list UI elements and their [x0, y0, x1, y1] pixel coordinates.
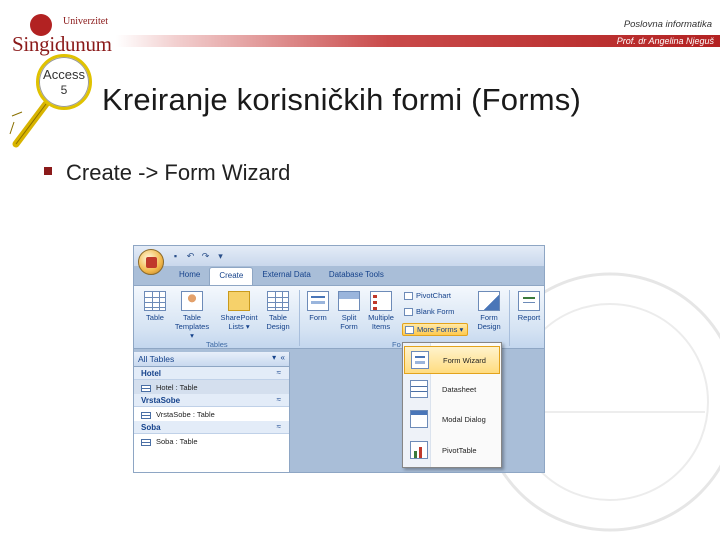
blank-form-button[interactable]: Blank Form [404, 307, 454, 317]
tab-database-tools[interactable]: Database Tools [320, 267, 393, 285]
university-logo: Univerzitet Singidunum [8, 14, 118, 56]
tab-home[interactable]: Home [170, 267, 209, 285]
menu-item-modal-dialog[interactable]: Modal Dialog [404, 406, 500, 434]
nav-pane-controls: ▾ « [272, 353, 285, 362]
pivot-chart-button[interactable]: PivotChart [404, 291, 451, 301]
more-forms-button[interactable]: More Forms ▾ [402, 323, 469, 337]
table-icon [144, 291, 166, 311]
navigation-pane: All Tables ▾ « Hotel ≈ Hotel : Table Vrst… [134, 352, 290, 472]
sharepoint-lists-icon [228, 291, 250, 311]
tab-create[interactable]: Create [209, 267, 254, 285]
collapse-pane-icon[interactable]: « [281, 353, 285, 362]
badge-line1: Access [43, 67, 85, 82]
author-name: Prof. dr Angelina Njeguš [616, 36, 714, 46]
access-badge: Access 5 [8, 52, 96, 150]
report-button[interactable]: Report [514, 291, 544, 322]
nav-group-vrstasobe[interactable]: VrstaSobe ≈ [134, 394, 289, 407]
menu-item-datasheet[interactable]: Datasheet [404, 376, 500, 404]
bullet-square-icon [44, 167, 52, 176]
group-label-tables: Tables [206, 340, 228, 349]
menu-item-form-wizard[interactable]: Form Wizard [404, 346, 500, 374]
badge-line2: 5 [60, 83, 68, 97]
table-object-icon [141, 411, 151, 419]
office-button[interactable] [138, 249, 164, 275]
redo-icon[interactable]: ↷ [200, 251, 211, 261]
table-design-icon [267, 291, 289, 311]
access-window-screenshot: ▪ ↶ ↷ ▾ Home Create External Data Databa… [133, 245, 545, 473]
slide-title: Kreiranje korisničkih formi (Forms) [102, 82, 581, 117]
table-templates-button[interactable]: Table Templates ▾ [172, 291, 212, 340]
nav-pane-header[interactable]: All Tables ▾ « [134, 352, 289, 367]
multiple-items-icon [370, 291, 392, 311]
collapse-group-icon[interactable]: ≈ [277, 395, 281, 404]
office-logo-icon [146, 257, 157, 268]
datasheet-icon [410, 380, 428, 398]
pivot-table-icon [410, 441, 428, 459]
form-design-icon [478, 291, 500, 311]
table-button[interactable]: Table [140, 291, 170, 322]
save-icon[interactable]: ▪ [170, 251, 181, 261]
ribbon-tabs: Home Create External Data Database Tools [170, 267, 393, 285]
collapse-group-icon[interactable]: ≈ [277, 368, 281, 377]
collapse-group-icon[interactable]: ≈ [277, 422, 281, 431]
blank-form-icon [404, 308, 413, 317]
ribbon-create: Table Table Templates ▾ SharePoint Lists… [134, 285, 544, 349]
sharepoint-lists-button[interactable]: SharePoint Lists ▾ [218, 291, 260, 331]
table-templates-icon [181, 291, 203, 311]
form-button[interactable]: Form [304, 291, 332, 322]
ribbon-separator [299, 290, 300, 346]
form-icon [307, 291, 329, 311]
table-object-icon [141, 384, 151, 392]
table-object-icon [141, 438, 151, 446]
nav-dropdown-icon[interactable]: ▾ [272, 353, 276, 362]
more-forms-dropdown: Form Wizard Datasheet Modal Dialog Pivot… [402, 342, 502, 468]
report-icon [518, 291, 540, 311]
menu-item-pivot-table[interactable]: PivotTable [404, 437, 500, 465]
multiple-items-button[interactable]: Multiple Items [364, 291, 398, 331]
group-label-forms: Fo [392, 340, 401, 349]
table-design-button[interactable]: Table Design [262, 291, 294, 331]
course-name: Poslovna informatika [623, 19, 712, 30]
split-form-button[interactable]: Split Form [336, 291, 362, 331]
undo-icon[interactable]: ↶ [185, 251, 196, 261]
nav-item-soba-table[interactable]: Soba : Table [134, 434, 289, 448]
nav-group-hotel[interactable]: Hotel ≈ [134, 367, 289, 380]
split-form-icon [338, 291, 360, 311]
customize-qat-icon[interactable]: ▾ [215, 251, 226, 261]
tab-external-data[interactable]: External Data [253, 267, 319, 285]
pivot-chart-icon [404, 292, 413, 301]
form-wizard-icon [411, 351, 429, 369]
bullet-text: Create -> Form Wizard [66, 160, 291, 185]
form-design-button[interactable]: Form Design [474, 291, 504, 331]
nav-item-vrstasobe-table[interactable]: VrstaSobe : Table [134, 407, 289, 421]
logo-top-text: Univerzitet [63, 16, 108, 27]
modal-dialog-icon [410, 410, 428, 428]
quick-access-toolbar: ▪ ↶ ↷ ▾ [170, 251, 226, 261]
bullet-item: Create -> Form Wizard [44, 160, 290, 186]
ribbon-separator [509, 290, 510, 346]
nav-item-hotel-table[interactable]: Hotel : Table [134, 380, 289, 394]
more-forms-icon [405, 326, 414, 335]
magnifier-lens [36, 54, 92, 110]
nav-group-soba[interactable]: Soba ≈ [134, 421, 289, 434]
